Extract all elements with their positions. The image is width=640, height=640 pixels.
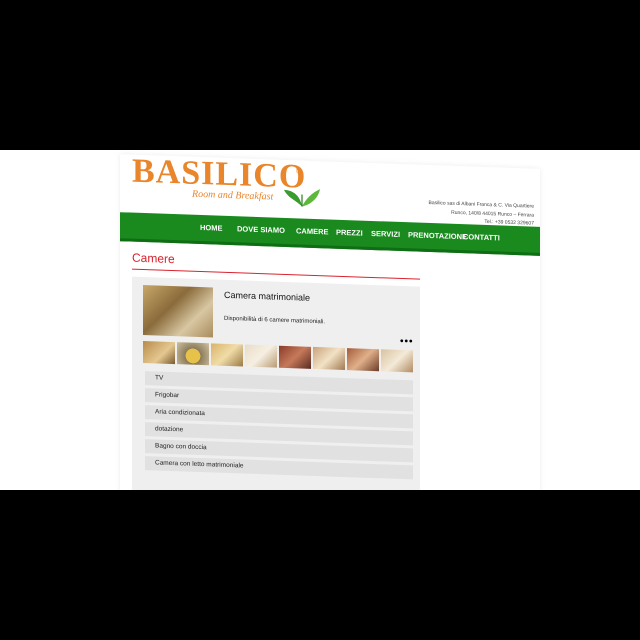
more-options-icon[interactable]: ••• bbox=[400, 336, 414, 347]
page-container: BASILICO ® Room and Breakfast Basilico s… bbox=[120, 153, 540, 490]
photo-gallery bbox=[143, 340, 413, 373]
feature-label: dotazione bbox=[155, 425, 184, 434]
nav-item-camere[interactable]: CAMERE bbox=[296, 226, 329, 236]
feature-label: Bagno con doccia bbox=[155, 442, 207, 452]
feature-label: TV bbox=[155, 374, 164, 382]
site-logo[interactable]: BASILICO ® Room and Breakfast bbox=[132, 153, 332, 214]
gallery-thumbnail[interactable] bbox=[143, 340, 175, 365]
gallery-thumbnail[interactable] bbox=[245, 344, 277, 368]
feature-label: Frigobar bbox=[155, 391, 180, 400]
browser-viewport: BASILICO ® Room and Breakfast Basilico s… bbox=[0, 150, 640, 490]
page-title: Camere bbox=[132, 250, 175, 267]
nav-item-home[interactable]: HOME bbox=[200, 223, 223, 233]
room-availability: Disponibilità di 6 camere matrimoniali. bbox=[224, 315, 326, 326]
basil-leaves-icon bbox=[284, 189, 320, 207]
gallery-thumbnail[interactable] bbox=[177, 342, 209, 366]
gallery-thumbnail[interactable] bbox=[347, 348, 379, 372]
room-card: Camera matrimoniale Disponibilità di 6 c… bbox=[132, 276, 420, 490]
logo-tagline: Room and Breakfast bbox=[192, 188, 274, 203]
feature-label: Aria condizionata bbox=[155, 408, 205, 418]
feature-label: Camera con letto matrimoniale bbox=[155, 459, 244, 470]
gallery-thumbnail[interactable] bbox=[313, 346, 345, 371]
nav-item-contatti[interactable]: CONTATTI bbox=[463, 232, 500, 242]
nav-item-servizi[interactable]: SERVIZI bbox=[371, 229, 400, 239]
nav-item-prenotazione[interactable]: PRENOTAZIONE bbox=[408, 230, 467, 241]
gallery-thumbnail[interactable] bbox=[211, 343, 243, 367]
room-main-photo[interactable] bbox=[143, 284, 213, 338]
web-page: BASILICO ® Room and Breakfast Basilico s… bbox=[0, 150, 640, 490]
logo-registered-mark: ® bbox=[296, 166, 302, 176]
nav-item-dove-siamo[interactable]: DOVE SIAMO bbox=[237, 224, 285, 235]
room-name: Camera matrimoniale bbox=[224, 289, 311, 303]
nav-item-prezzi[interactable]: PREZZI bbox=[336, 228, 363, 238]
gallery-thumbnail[interactable] bbox=[279, 345, 311, 369]
gallery-thumbnail[interactable] bbox=[381, 349, 413, 373]
